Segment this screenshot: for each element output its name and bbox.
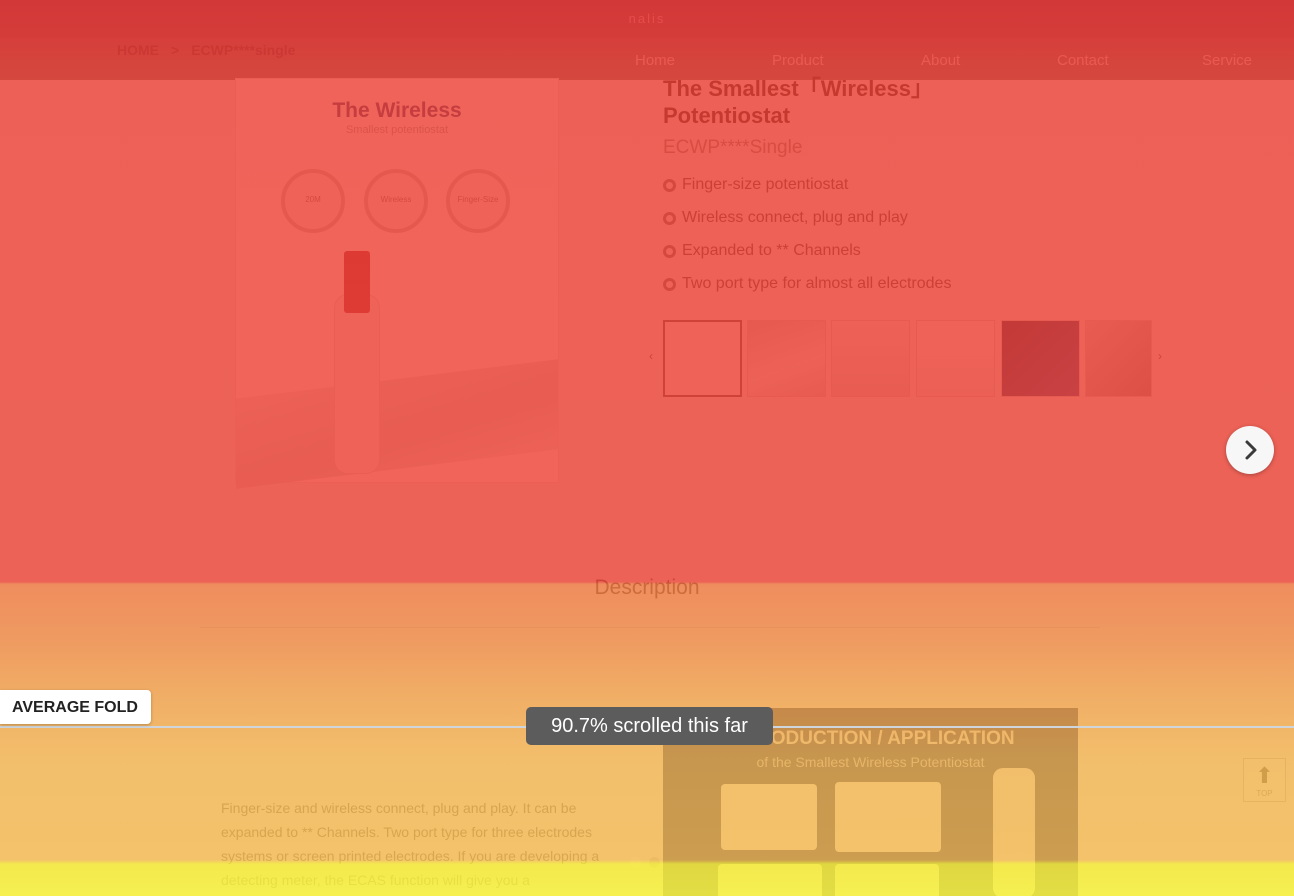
intro-card [835,782,941,852]
feature-item: Wireless connect, plug and play [663,209,951,242]
feature-text: Finger-size potentiostat [682,176,849,193]
description-text: Finger-size and wireless connect, plug a… [221,800,600,888]
scroll-top-button[interactable]: ⬆ TOP [1243,758,1286,802]
feature-text: Two port type for almost all electrodes [682,275,952,292]
next-button[interactable] [1226,426,1274,474]
thumbnail-3[interactable] [831,320,910,397]
product-main-image[interactable]: The Wireless Smallest potentiostat 20M W… [235,78,559,489]
bullet-icon [663,212,676,225]
feature-item: Two port type for almost all electrodes [663,275,951,308]
device-connector-graphic [344,251,370,313]
product-title: The Smallest「Wireless」Potentiostat [663,76,934,128]
intro-device-graphic [993,768,1035,896]
thumbnail-5[interactable] [1001,320,1080,397]
nav-contact[interactable]: Contact [1057,52,1109,69]
scroll-depth-tooltip: 90.7% scrolled this far [526,707,773,745]
chevron-right-icon [1245,440,1257,460]
intro-card [721,784,817,850]
product-model: ECWP****Single [663,137,803,158]
nav-service[interactable]: Service [1202,52,1252,69]
device-body-graphic [334,294,380,474]
nav-product[interactable]: Product [772,52,824,69]
image-subtitle: Smallest potentiostat [345,124,449,136]
arrow-up-icon: ⬆ [1255,763,1274,788]
top-bar: nalis [0,0,1294,38]
intro-card [718,864,822,896]
product-page: nalis HOME > ECWP****single Home Product… [0,0,1294,896]
badge-label: Wireless [380,195,412,204]
image-title: The Wireless [332,99,462,122]
carousel-dots [630,857,660,868]
thumbnail-2[interactable] [747,320,826,397]
main-nav: Home Product About Contact Service [0,52,1294,72]
feature-item: Finger-size potentiostat [663,176,951,209]
badge-label: 20M [305,195,321,204]
feature-item: Expanded to ** Channels [663,242,951,275]
thumbnail-6[interactable] [1085,320,1152,397]
thumbnail-4[interactable] [916,320,995,397]
thumbnail-1[interactable] [663,320,742,397]
average-fold-label: AVERAGE FOLD [0,690,151,724]
nav-about[interactable]: About [921,52,960,69]
carousel-dot[interactable] [630,857,641,868]
feature-text: Wireless connect, plug and play [682,209,908,226]
feature-badge: Wireless [364,169,428,233]
feature-badge: 20M [281,169,345,233]
description-heading: Description [594,576,700,599]
product-rail-graphic [236,359,558,489]
site-logo[interactable]: nalis [0,11,1294,26]
nav-home[interactable]: Home [635,52,675,69]
bullet-icon [663,245,676,258]
thumbnail-prev-icon[interactable]: ‹ [649,349,653,363]
feature-list: Finger-size potentiostat Wireless connec… [663,176,951,308]
scroll-top-label: TOP [1256,789,1273,798]
bullet-icon [663,179,676,192]
thumbnail-next-icon[interactable]: › [1158,349,1162,363]
bullet-icon [663,278,676,291]
intro-card [835,864,939,896]
description-divider [200,627,1100,628]
feature-text: Expanded to ** Channels [682,242,861,259]
feature-badge: Finger-Size [446,169,510,233]
carousel-dot[interactable] [649,857,660,868]
badge-label: Finger-Size [457,195,499,204]
